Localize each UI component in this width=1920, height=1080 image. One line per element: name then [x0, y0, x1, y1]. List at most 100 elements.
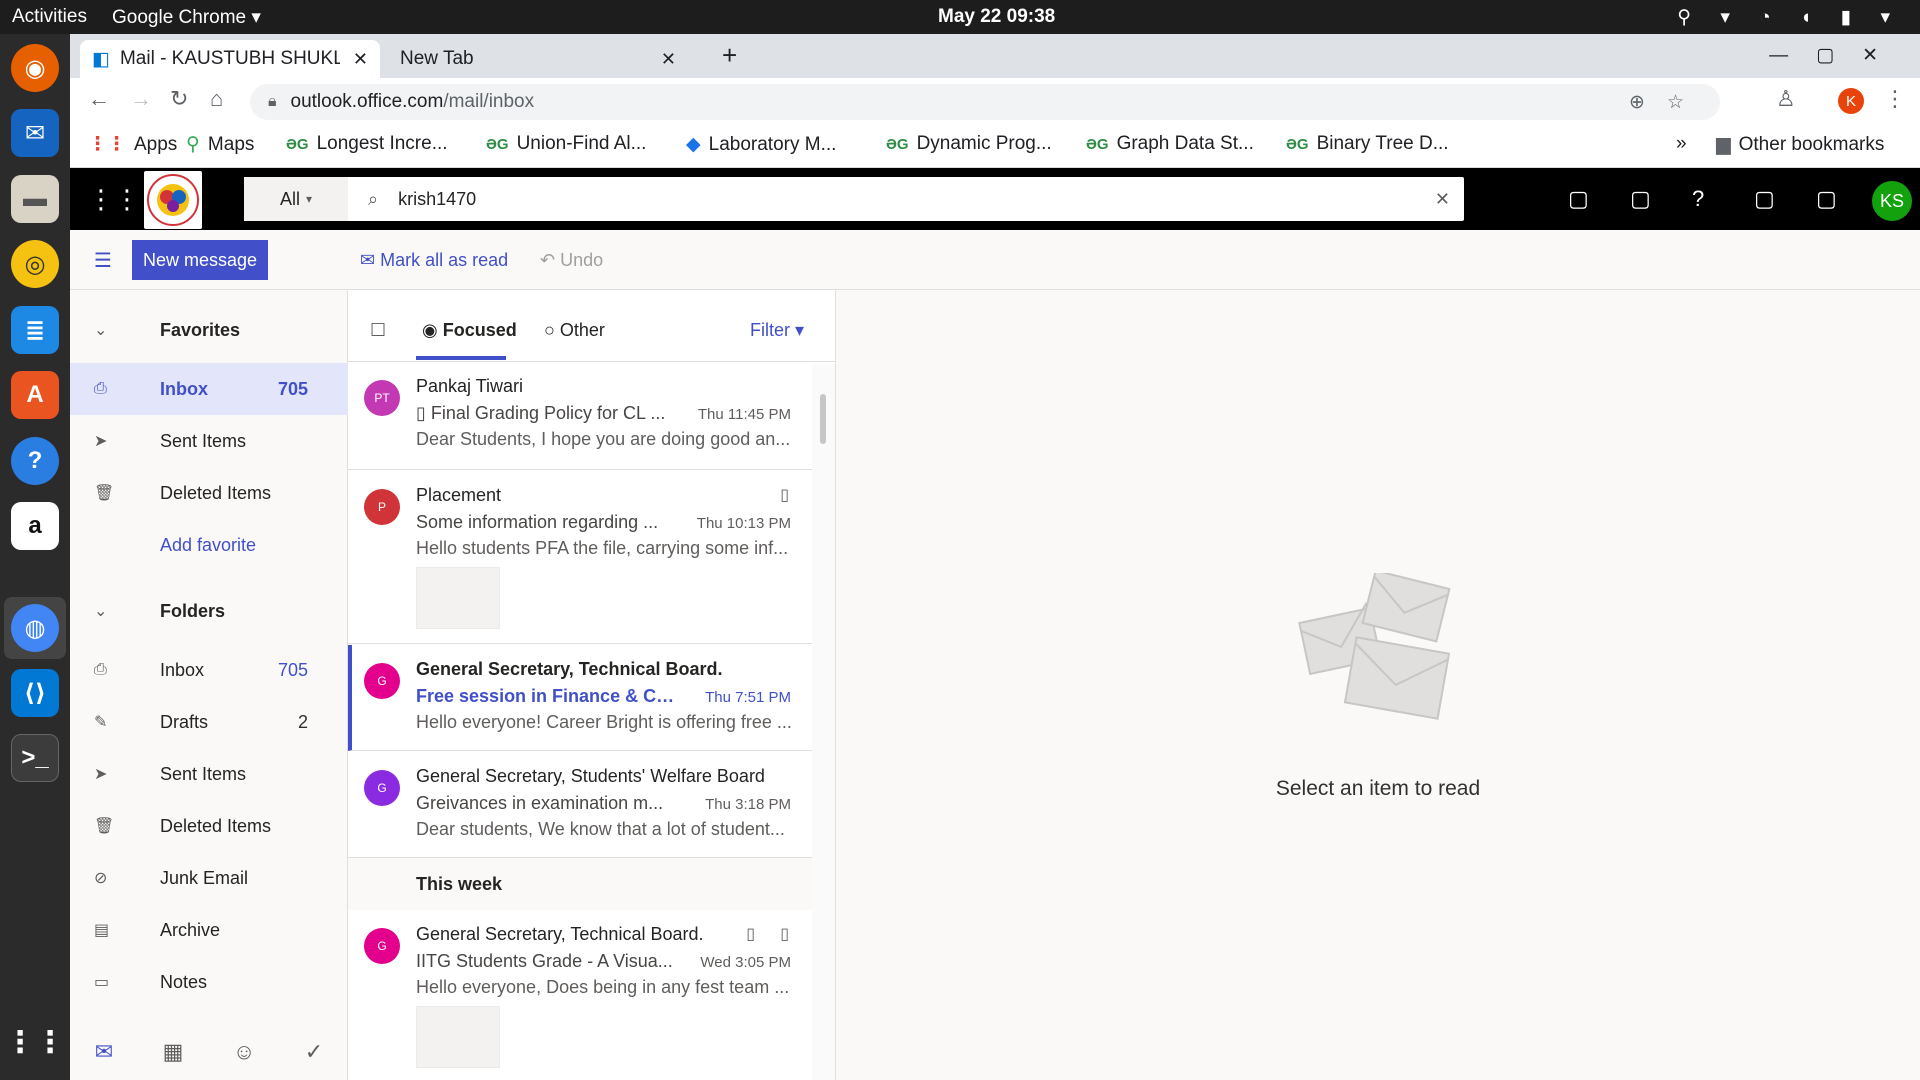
- message-row[interactable]: P Placement ▯ Some information regarding…: [348, 471, 813, 644]
- attachment-thumbnail[interactable]: [416, 1006, 500, 1068]
- filter-button[interactable]: Filter ▾: [750, 320, 804, 341]
- thunderbird-icon[interactable]: ✉: [11, 109, 59, 157]
- mark-all-read-button[interactable]: ✉︎ Mark all as read: [360, 250, 508, 271]
- back-icon[interactable]: ←: [88, 86, 110, 112]
- bookmark-5[interactable]: ƏG Graph Data St...: [1086, 133, 1254, 155]
- bookmark-4[interactable]: ƏG Dynamic Prog...: [886, 133, 1052, 155]
- undo-button[interactable]: ↶ Undo: [540, 250, 603, 271]
- install-star-icons[interactable]: ⊕☆: [1629, 91, 1706, 114]
- message-row[interactable]: G General Secretary, Technical Board. ▯ …: [348, 910, 813, 1080]
- attachment-icon[interactable]: ▯: [780, 485, 789, 505]
- new-message-button[interactable]: New message: [132, 240, 269, 280]
- folder-inbox[interactable]: ⎙ Inbox 705: [70, 644, 348, 696]
- settings-icon[interactable]: ▢: [1754, 186, 1775, 212]
- folder-deleted-items[interactable]: 🗑︎ Deleted Items: [70, 800, 348, 852]
- tab-other[interactable]: ○ Other: [544, 320, 605, 341]
- tab-new-tab[interactable]: New Tab ✕: [388, 40, 688, 78]
- favorite-deleted-items[interactable]: 🗑︎ Deleted Items: [70, 467, 348, 519]
- people-icon[interactable]: ☺: [233, 1039, 255, 1065]
- message-row[interactable]: PT Pankaj Tiwari ▯ Final Grading Policy …: [348, 362, 813, 470]
- tab-focused[interactable]: ◉ Focused: [422, 320, 517, 341]
- window-controls[interactable]: —▢✕: [1769, 44, 1906, 67]
- help-icon[interactable]: ?: [1692, 186, 1704, 212]
- terminal-icon[interactable]: >_: [11, 734, 59, 782]
- bookmark-apps[interactable]: ⋮⋮ Apps: [88, 133, 177, 156]
- skype-icon[interactable]: ▢: [1568, 186, 1589, 212]
- chevron-down-icon: ⌄: [94, 603, 108, 620]
- bookmark-2[interactable]: ƏG Union-Find Al...: [486, 133, 646, 155]
- home-icon[interactable]: ⌂: [210, 86, 223, 112]
- search-input[interactable]: [398, 188, 1399, 210]
- favorite-sent-items[interactable]: ➤ Sent Items: [70, 415, 348, 467]
- message-list: ☐ ◉ Focused ○ Other Filter ▾ PT Pankaj T…: [348, 290, 836, 1080]
- command-bar: ☰ New message ✉︎ Mark all as read ↶ Undo: [70, 230, 1920, 290]
- mail-icon[interactable]: ✉: [95, 1039, 113, 1065]
- activities-button[interactable]: Activities: [12, 6, 87, 28]
- folders-header[interactable]: ⌄ Folders: [70, 585, 348, 637]
- bookmark-maps[interactable]: ⚲ Maps: [186, 133, 254, 156]
- forward-icon[interactable]: →: [130, 86, 152, 112]
- select-all-checkbox[interactable]: ☐: [370, 320, 386, 341]
- message-list-scrollbar[interactable]: [812, 364, 835, 1080]
- bookmark-1[interactable]: ƏG Longest Incre...: [286, 133, 448, 155]
- notifications-icon[interactable]: ▢: [1816, 186, 1837, 212]
- help-icon[interactable]: ?: [11, 437, 59, 485]
- favorites-header[interactable]: ⌄ Favorites: [70, 304, 348, 356]
- folder-junk-email[interactable]: ⊘ Junk Email: [70, 852, 348, 904]
- show-apps-icon[interactable]: ⋮⋮: [5, 1018, 65, 1066]
- close-icon[interactable]: ✕: [661, 49, 676, 70]
- attachment-thumbnail[interactable]: [416, 567, 500, 629]
- sender-name: General Secretary, Students' Welfare Boa…: [416, 766, 765, 786]
- bookmarks-overflow[interactable]: »: [1676, 133, 1687, 155]
- firefox-icon[interactable]: ◉: [11, 44, 59, 92]
- focused-icon: ◉: [422, 320, 443, 340]
- folder-sent-items[interactable]: ➤ Sent Items: [70, 748, 348, 800]
- org-logo[interactable]: [144, 171, 202, 229]
- app-menu[interactable]: Google Chrome ▾: [112, 6, 261, 29]
- writer-icon[interactable]: ≣: [11, 306, 59, 354]
- feedback-icon[interactable]: ▢: [1630, 186, 1651, 212]
- close-icon[interactable]: ✕: [353, 49, 368, 70]
- tab-mail[interactable]: ◧ Mail - KAUSTUBH SHUKLA ✕: [80, 40, 380, 78]
- filter-icon: ▾: [790, 320, 805, 340]
- search-icon: ⌕: [368, 188, 379, 209]
- other-bookmarks[interactable]: ▆ Other bookmarks: [1716, 133, 1884, 156]
- attachment-icon[interactable]: ▯: [780, 924, 789, 944]
- reload-icon[interactable]: ↻: [170, 86, 188, 112]
- hamburger-icon[interactable]: ☰: [94, 248, 112, 273]
- folder-notes[interactable]: ▭ Notes: [70, 956, 348, 1008]
- inbox-icon: ⎙: [94, 661, 107, 678]
- search-options-icon[interactable]: ✕: [1435, 189, 1450, 210]
- bookmark-3[interactable]: ◆ Laboratory M...: [686, 133, 836, 156]
- kebab-menu-icon[interactable]: ⋮: [1884, 86, 1906, 112]
- software-center-icon[interactable]: A: [11, 371, 59, 419]
- calendar-icon[interactable]: ▦: [163, 1039, 184, 1065]
- vscode-icon[interactable]: ⟨⟩: [11, 669, 59, 717]
- folder-drafts[interactable]: ✎ Drafts 2: [70, 696, 348, 748]
- favorite-inbox[interactable]: ⎙ Inbox 705: [70, 363, 348, 415]
- search-scope-dropdown[interactable]: All ▾: [244, 177, 348, 221]
- address-bar[interactable]: 🔒︎ outlook.office.com /mail/inbox ⊕☆: [250, 84, 1720, 120]
- rhythmbox-icon[interactable]: ◎: [11, 240, 59, 288]
- bookmark-6[interactable]: ƏG Binary Tree D...: [1286, 133, 1449, 155]
- profile-avatar[interactable]: K: [1838, 88, 1864, 114]
- amazon-icon[interactable]: a: [11, 502, 59, 550]
- system-tray[interactable]: ⚲ ▾ ◔ ◖ ▮ ▾: [1677, 6, 1902, 29]
- outlook-header: ⋮⋮⋮ All ▾ ⌕ ✕ ▢ ▢ ? ▢ ▢ KS: [70, 168, 1920, 230]
- clock[interactable]: May 22 09:38: [938, 6, 1055, 28]
- extension-icon[interactable]: ♙: [1776, 86, 1796, 112]
- files-icon[interactable]: ▬: [11, 175, 59, 223]
- message-row[interactable]: G General Secretary, Students' Welfare B…: [348, 752, 813, 858]
- scrollbar-thumb[interactable]: [820, 394, 826, 444]
- flag-icon[interactable]: ▯: [746, 924, 755, 944]
- user-avatar[interactable]: KS: [1872, 181, 1912, 221]
- subject: Some information regarding ...: [416, 512, 659, 532]
- chrome-icon[interactable]: ◍: [11, 604, 59, 652]
- message-row[interactable]: G General Secretary, Technical Board. Fr…: [348, 645, 813, 751]
- search-box[interactable]: All ▾ ⌕ ✕: [244, 177, 1464, 221]
- pencil-icon: ✎: [94, 714, 108, 731]
- folder-archive[interactable]: ▤ Archive: [70, 904, 348, 956]
- add-favorite-link[interactable]: Add favorite: [70, 519, 348, 571]
- todo-icon[interactable]: ✓: [305, 1039, 323, 1065]
- new-tab-button[interactable]: +: [722, 40, 737, 71]
